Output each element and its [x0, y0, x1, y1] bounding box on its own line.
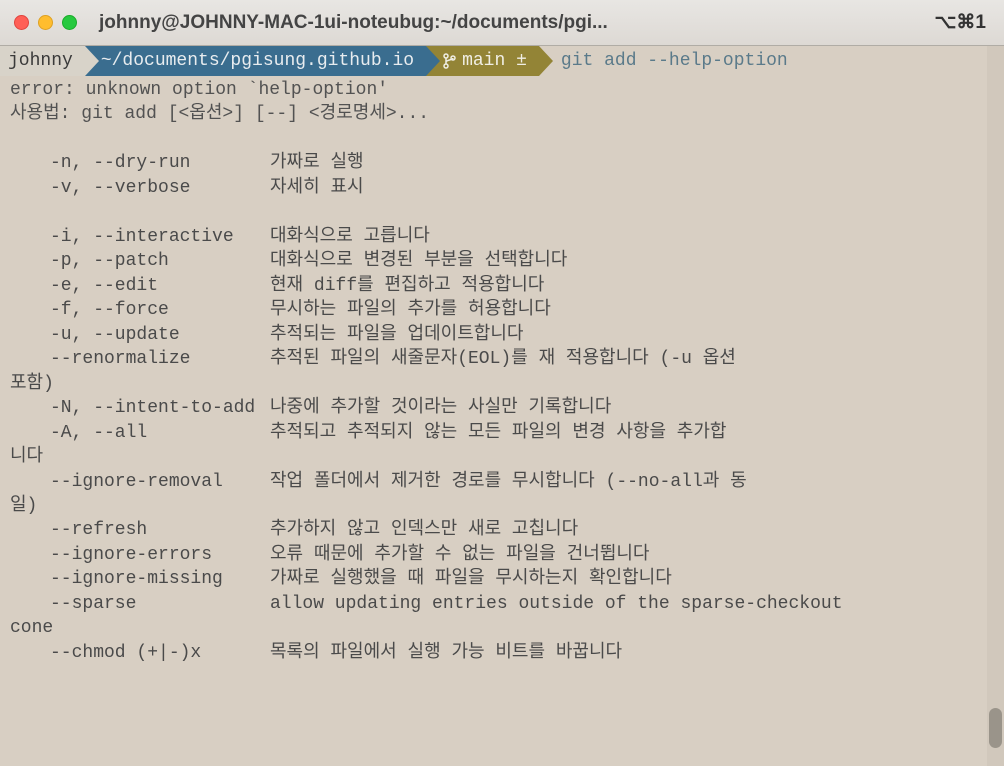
option-description: 가짜로 실행 — [270, 151, 1004, 175]
option-description: 목록의 파일에서 실행 가능 비트를 바꿉니다 — [270, 641, 1004, 665]
option-row: -i, --interactive대화식으로 고릅니다 — [0, 225, 1004, 249]
option-flag: -N, --intent-to-add — [10, 396, 270, 420]
option-row: -e, --edit현재 diff를 편집하고 적용합니다 — [0, 274, 1004, 298]
git-branch-icon — [442, 53, 456, 69]
option-flag: -v, --verbose — [10, 176, 270, 200]
maximize-button[interactable] — [62, 15, 77, 30]
option-row: --chmod (+|-)x목록의 파일에서 실행 가능 비트를 바꿉니다 — [0, 641, 1004, 665]
option-flag: -n, --dry-run — [10, 151, 270, 175]
option-flag: -i, --interactive — [10, 225, 270, 249]
option-flag: --sparse — [10, 592, 270, 616]
scrollbar-thumb[interactable] — [989, 708, 1002, 748]
option-description: 추적된 파일의 새줄문자(EOL)를 재 적용합니다 (-u 옵션 — [270, 347, 1004, 371]
traffic-lights — [14, 15, 77, 30]
option-flag: --ignore-removal — [10, 470, 270, 494]
option-flag: -f, --force — [10, 298, 270, 322]
blank-line — [0, 200, 1004, 224]
wrap-line: 니다 — [0, 445, 1004, 469]
option-description: 작업 폴더에서 제거한 경로를 무시합니다 (--no-all과 동 — [270, 470, 1004, 494]
wrap-line: 포함) — [0, 372, 1004, 396]
close-button[interactable] — [14, 15, 29, 30]
option-description: 무시하는 파일의 추가를 허용합니다 — [270, 298, 1004, 322]
option-row: --renormalize추적된 파일의 새줄문자(EOL)를 재 적용합니다 … — [0, 347, 1004, 371]
option-description: 추가하지 않고 인덱스만 새로 고칩니다 — [270, 518, 1004, 542]
option-description: 현재 diff를 편집하고 적용합니다 — [270, 274, 1004, 298]
option-row: --refresh추가하지 않고 인덱스만 새로 고칩니다 — [0, 518, 1004, 542]
option-flag: --refresh — [10, 518, 270, 542]
blank-line — [0, 127, 1004, 151]
option-flag: --renormalize — [10, 347, 270, 371]
option-row: -N, --intent-to-add나중에 추가할 것이라는 사실만 기록합니… — [0, 396, 1004, 420]
option-row: -A, --all추적되고 추적되지 않는 모든 파일의 변경 사항을 추가합 — [0, 421, 1004, 445]
window-titlebar: johnny@JOHNNY-MAC-1ui-noteubug:~/documen… — [0, 0, 1004, 46]
option-flag: --ignore-errors — [10, 543, 270, 567]
option-description: 추적되고 추적되지 않는 모든 파일의 변경 사항을 추가합 — [270, 421, 1004, 445]
option-row: -v, --verbose자세히 표시 — [0, 176, 1004, 200]
prompt-user: johnny — [0, 46, 85, 76]
option-description: 대화식으로 변경된 부분을 선택합니다 — [270, 249, 1004, 273]
option-row: -f, --force무시하는 파일의 추가를 허용합니다 — [0, 298, 1004, 322]
option-description: 대화식으로 고릅니다 — [270, 225, 1004, 249]
option-description: allow updating entries outside of the sp… — [270, 592, 1004, 616]
keyboard-shortcut: ⌥⌘1 — [935, 11, 990, 34]
prompt-path: ~/documents/pgisung.github.io — [85, 46, 426, 76]
wrap-line: cone — [0, 616, 1004, 640]
prompt-branch: main ± — [426, 46, 539, 76]
option-row: --ignore-missing가짜로 실행했을 때 파일을 무시하는지 확인합… — [0, 567, 1004, 591]
option-description: 나중에 추가할 것이라는 사실만 기록합니다 — [270, 396, 1004, 420]
window-title: johnny@JOHNNY-MAC-1ui-noteubug:~/documen… — [77, 12, 935, 34]
option-row: -u, --update추적되는 파일을 업데이트합니다 — [0, 323, 1004, 347]
branch-label: main ± — [462, 49, 527, 73]
prompt-line: johnny ~/documents/pgisung.github.io mai… — [0, 46, 1004, 76]
minimize-button[interactable] — [38, 15, 53, 30]
option-flag: -A, --all — [10, 421, 270, 445]
option-description: 가짜로 실행했을 때 파일을 무시하는지 확인합니다 — [270, 567, 1004, 591]
option-row: --ignore-errors오류 때문에 추가할 수 없는 파일을 건너뜁니다 — [0, 543, 1004, 567]
option-description: 자세히 표시 — [270, 176, 1004, 200]
option-description: 오류 때문에 추가할 수 없는 파일을 건너뜁니다 — [270, 543, 1004, 567]
option-flag: -e, --edit — [10, 274, 270, 298]
option-description: 추적되는 파일을 업데이트합니다 — [270, 323, 1004, 347]
error-line: error: unknown option `help-option' — [0, 78, 1004, 102]
option-flag: --ignore-missing — [10, 567, 270, 591]
scrollbar-track[interactable] — [987, 46, 1004, 766]
option-flag: -p, --patch — [10, 249, 270, 273]
usage-line: 사용법: git add [<옵션>] [--] <경로명세>... — [0, 102, 1004, 126]
option-flag: --chmod (+|-)x — [10, 641, 270, 665]
option-row: --sparseallow updating entries outside o… — [0, 592, 1004, 616]
option-row: -p, --patch대화식으로 변경된 부분을 선택합니다 — [0, 249, 1004, 273]
option-row: -n, --dry-run가짜로 실행 — [0, 151, 1004, 175]
option-flag: -u, --update — [10, 323, 270, 347]
command-input[interactable]: git add --help-option — [539, 46, 788, 76]
wrap-line: 일) — [0, 494, 1004, 518]
option-row: --ignore-removal작업 폴더에서 제거한 경로를 무시합니다 (-… — [0, 470, 1004, 494]
terminal-content[interactable]: johnny ~/documents/pgisung.github.io mai… — [0, 46, 1004, 665]
